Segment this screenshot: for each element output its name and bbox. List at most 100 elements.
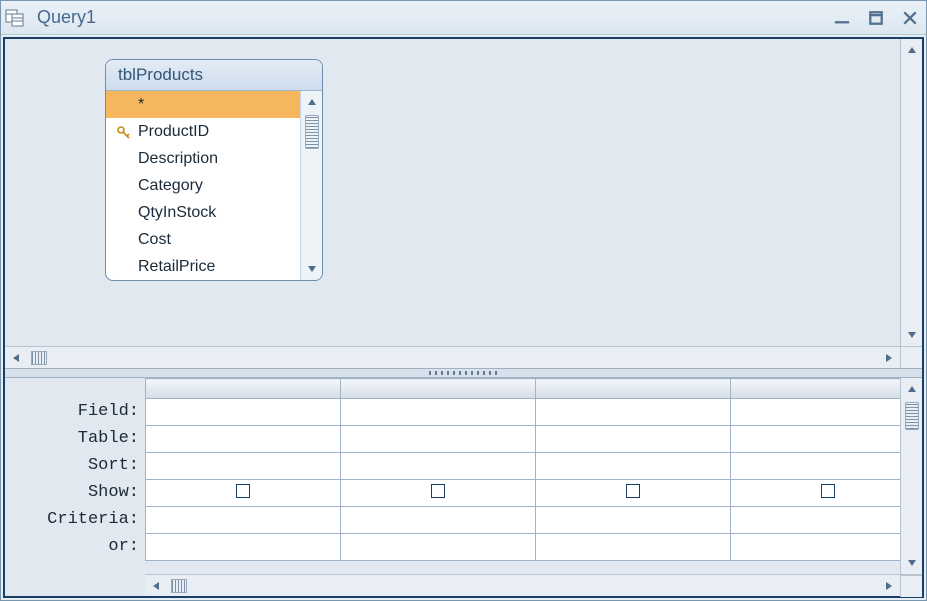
scroll-up-icon[interactable] [301, 91, 323, 113]
qbe-horizontal-scrollbar[interactable] [145, 574, 922, 596]
scroll-corner [900, 575, 922, 597]
grip-icon [429, 371, 499, 375]
scroll-up-icon[interactable] [901, 39, 923, 61]
scroll-thumb[interactable] [31, 351, 47, 365]
scroll-down-icon[interactable] [301, 258, 323, 280]
field-label: QtyInStock [134, 204, 216, 222]
field-row-category[interactable]: Category [106, 172, 300, 199]
window-content: tblProducts * ProductID [3, 37, 924, 598]
table-row [146, 426, 901, 453]
show-checkbox[interactable] [821, 484, 835, 498]
field-row-qtyinstock[interactable]: QtyInStock [106, 199, 300, 226]
criteria-row [146, 507, 901, 534]
or-cell[interactable] [146, 534, 341, 561]
field-cell[interactable] [731, 399, 901, 426]
or-cell[interactable] [731, 534, 901, 561]
scroll-right-icon[interactable] [878, 575, 900, 597]
qbe-grid-wrap [145, 378, 922, 596]
column-header[interactable] [731, 379, 901, 399]
sort-cell[interactable] [341, 453, 536, 480]
scroll-left-icon[interactable] [5, 347, 27, 369]
upper-horizontal-scrollbar[interactable] [5, 346, 922, 368]
primary-key-icon [114, 125, 134, 139]
or-cell[interactable] [536, 534, 731, 561]
field-label: RetailPrice [134, 258, 215, 276]
tables-canvas[interactable]: tblProducts * ProductID [5, 39, 900, 346]
scroll-thumb[interactable] [171, 579, 187, 593]
field-cell[interactable] [536, 399, 731, 426]
query-icon [5, 7, 29, 29]
table-cell[interactable] [146, 426, 341, 453]
or-cell[interactable] [341, 534, 536, 561]
field-row-retailprice[interactable]: RetailPrice [106, 253, 300, 280]
show-cell[interactable] [536, 480, 731, 507]
qbe-vertical-scrollbar[interactable] [900, 378, 922, 574]
qbe-grid[interactable] [145, 378, 900, 561]
show-checkbox[interactable] [236, 484, 250, 498]
row-label-table: Table: [5, 425, 145, 452]
row-label-field: Field: [5, 398, 145, 425]
show-checkbox[interactable] [431, 484, 445, 498]
sort-cell[interactable] [536, 453, 731, 480]
field-list-scrollbar[interactable] [300, 91, 322, 280]
table-title[interactable]: tblProducts [106, 60, 322, 91]
field-label: Description [134, 150, 218, 168]
qbe-row-labels: Field: Table: Sort: Show: Criteria: or: [5, 378, 145, 596]
upper-vertical-scrollbar[interactable] [900, 39, 922, 346]
field-row-star[interactable]: * [106, 91, 300, 118]
show-checkbox[interactable] [626, 484, 640, 498]
field-cell[interactable] [146, 399, 341, 426]
pane-splitter[interactable] [5, 368, 922, 378]
scroll-thumb[interactable] [905, 402, 919, 430]
qbe-grid-viewport[interactable] [145, 378, 900, 574]
restore-button[interactable] [866, 10, 886, 26]
scroll-down-icon[interactable] [901, 324, 923, 346]
field-cell[interactable] [341, 399, 536, 426]
field-row-productid[interactable]: ProductID [106, 118, 300, 145]
column-header[interactable] [341, 379, 536, 399]
query-design-window: Query1 tblProducts [0, 0, 927, 601]
minimize-button[interactable] [832, 10, 852, 26]
field-label: Cost [134, 231, 171, 249]
column-header-row [146, 379, 901, 399]
field-row-cost[interactable]: Cost [106, 226, 300, 253]
scroll-right-icon[interactable] [878, 347, 900, 369]
scroll-down-icon[interactable] [901, 552, 923, 574]
table-widget[interactable]: tblProducts * ProductID [105, 59, 323, 281]
row-label-criteria: Criteria: [5, 506, 145, 533]
row-label-sort: Sort: [5, 452, 145, 479]
sort-row [146, 453, 901, 480]
row-label-or: or: [5, 533, 145, 560]
show-cell[interactable] [341, 480, 536, 507]
table-body: * ProductID Description [106, 91, 322, 280]
scroll-thumb[interactable] [305, 115, 319, 149]
criteria-cell[interactable] [536, 507, 731, 534]
show-row [146, 480, 901, 507]
column-header[interactable] [536, 379, 731, 399]
sort-cell[interactable] [146, 453, 341, 480]
field-row [146, 399, 901, 426]
window-controls [832, 10, 920, 26]
field-list: * ProductID Description [106, 91, 300, 280]
table-cell[interactable] [341, 426, 536, 453]
field-label: ProductID [134, 123, 209, 141]
sort-cell[interactable] [731, 453, 901, 480]
show-cell[interactable] [146, 480, 341, 507]
criteria-cell[interactable] [341, 507, 536, 534]
field-label: * [134, 96, 144, 114]
field-row-description[interactable]: Description [106, 145, 300, 172]
scroll-left-icon[interactable] [145, 575, 167, 597]
criteria-cell[interactable] [146, 507, 341, 534]
scroll-up-icon[interactable] [901, 378, 923, 400]
tables-pane: tblProducts * ProductID [5, 39, 922, 346]
or-row [146, 534, 901, 561]
table-cell[interactable] [731, 426, 901, 453]
close-button[interactable] [900, 10, 920, 26]
column-header[interactable] [146, 379, 341, 399]
show-cell[interactable] [731, 480, 901, 507]
criteria-cell[interactable] [731, 507, 901, 534]
table-cell[interactable] [536, 426, 731, 453]
titlebar[interactable]: Query1 [1, 1, 926, 35]
scroll-corner [900, 347, 922, 369]
field-label: Category [134, 177, 203, 195]
